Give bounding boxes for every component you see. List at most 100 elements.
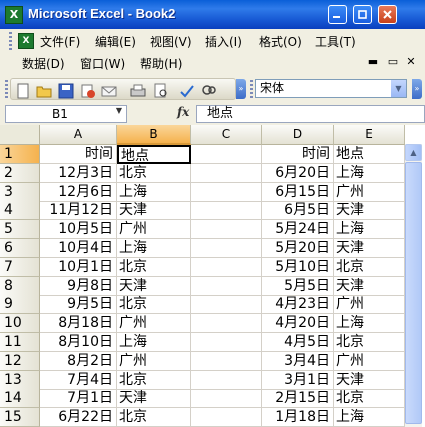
cell-c14[interactable] (191, 389, 262, 408)
menu-edit[interactable]: 编辑(E) (95, 33, 136, 50)
toolbar-options-chevron[interactable]: » (236, 79, 246, 99)
cell-a1[interactable]: 时间 (40, 145, 117, 164)
cell-e9[interactable]: 广州 (334, 295, 405, 314)
cell-a9[interactable]: 9月5日 (40, 295, 117, 314)
menu-format[interactable]: 格式(O) (259, 33, 302, 50)
column-header-d[interactable]: D (262, 125, 334, 145)
minimize-button[interactable] (328, 5, 347, 24)
cell-a7[interactable]: 10月1日 (40, 258, 117, 277)
cell-c11[interactable] (191, 333, 262, 352)
cell-c2[interactable] (191, 164, 262, 183)
cell-a14[interactable]: 7月1日 (40, 389, 117, 408)
cell-e8[interactable]: 天津 (334, 277, 405, 296)
menu-grip[interactable] (9, 32, 12, 50)
cell-c8[interactable] (191, 277, 262, 296)
cell-c5[interactable] (191, 220, 262, 239)
cell-e7[interactable]: 北京 (334, 258, 405, 277)
cell-b9[interactable]: 北京 (117, 295, 191, 314)
cell-e11[interactable]: 北京 (334, 333, 405, 352)
cell-a5[interactable]: 10月5日 (40, 220, 117, 239)
cell-d9[interactable]: 4月23日 (262, 295, 334, 314)
row-header-5[interactable]: 5 (0, 220, 40, 239)
row-header-14[interactable]: 14 (0, 389, 40, 408)
name-box[interactable]: B1 ▼ (5, 105, 127, 123)
cell-c15[interactable] (191, 408, 262, 427)
cell-a15[interactable]: 6月22日 (40, 408, 117, 427)
cell-d5[interactable]: 5月24日 (262, 220, 334, 239)
row-header-13[interactable]: 13 (0, 371, 40, 390)
menu-view[interactable]: 视图(V) (150, 33, 192, 50)
format-toolbar-grip[interactable] (250, 80, 253, 98)
format-toolbar-chevron[interactable]: » (412, 79, 422, 99)
cell-d13[interactable]: 3月1日 (262, 371, 334, 390)
cell-c13[interactable] (191, 371, 262, 390)
spelling-icon[interactable] (179, 83, 195, 99)
cell-c6[interactable] (191, 239, 262, 258)
cell-b12[interactable]: 广州 (117, 352, 191, 371)
row-header-12[interactable]: 12 (0, 352, 40, 371)
cell-c7[interactable] (191, 258, 262, 277)
cell-c12[interactable] (191, 352, 262, 371)
cell-d1[interactable]: 时间 (262, 145, 334, 164)
open-icon[interactable] (36, 83, 52, 99)
cell-b2[interactable]: 北京 (117, 164, 191, 183)
excel-app-icon[interactable]: X (5, 6, 23, 24)
cell-b4[interactable]: 天津 (117, 201, 191, 220)
scroll-up-icon[interactable]: ▲ (405, 144, 422, 161)
print-icon[interactable] (130, 83, 146, 99)
row-header-8[interactable]: 8 (0, 277, 40, 296)
close-button[interactable] (378, 5, 397, 24)
formula-input[interactable]: 地点 (196, 105, 425, 123)
cell-e5[interactable]: 上海 (334, 220, 405, 239)
cell-e10[interactable]: 上海 (334, 314, 405, 333)
cell-d6[interactable]: 5月20日 (262, 239, 334, 258)
restore-button[interactable] (353, 5, 372, 24)
scroll-thumb[interactable] (405, 162, 422, 424)
cell-b13[interactable]: 北京 (117, 371, 191, 390)
menu-tools[interactable]: 工具(T) (315, 33, 356, 50)
cell-d12[interactable]: 3月4日 (262, 352, 334, 371)
cell-b14[interactable]: 天津 (117, 389, 191, 408)
row-header-11[interactable]: 11 (0, 333, 40, 352)
row-header-6[interactable]: 6 (0, 239, 40, 258)
cell-a12[interactable]: 8月2日 (40, 352, 117, 371)
cell-b7[interactable]: 北京 (117, 258, 191, 277)
menu-window[interactable]: 窗口(W) (80, 55, 125, 72)
row-header-1[interactable]: 1 (0, 145, 40, 164)
doc-restore-icon[interactable]: ▭ (386, 55, 400, 69)
row-header-9[interactable]: 9 (0, 295, 40, 314)
cell-e1[interactable]: 地点 (334, 145, 405, 164)
doc-close-icon[interactable]: ✕ (404, 55, 418, 69)
font-name-combo[interactable]: 宋体 ▼ (255, 79, 407, 98)
column-header-c[interactable]: C (191, 125, 262, 145)
cell-e13[interactable]: 天津 (334, 371, 405, 390)
column-header-a[interactable]: A (40, 125, 117, 145)
permission-icon[interactable] (80, 83, 96, 99)
cell-e2[interactable]: 上海 (334, 164, 405, 183)
cell-b10[interactable]: 广州 (117, 314, 191, 333)
cell-c1[interactable] (191, 145, 262, 164)
cell-d4[interactable]: 6月5日 (262, 201, 334, 220)
menu-insert[interactable]: 插入(I) (205, 33, 242, 50)
cell-d15[interactable]: 1月18日 (262, 408, 334, 427)
cell-e3[interactable]: 广州 (334, 183, 405, 202)
workbook-icon[interactable]: X (18, 33, 34, 49)
column-header-b[interactable]: B (117, 125, 191, 145)
cell-d2[interactable]: 6月20日 (262, 164, 334, 183)
select-all-corner[interactable] (0, 125, 40, 145)
cell-c4[interactable] (191, 201, 262, 220)
row-header-10[interactable]: 10 (0, 314, 40, 333)
cell-a8[interactable]: 9月8日 (40, 277, 117, 296)
vertical-scrollbar[interactable]: ▲ (405, 144, 422, 427)
cell-b5[interactable]: 广州 (117, 220, 191, 239)
cell-a4[interactable]: 11月12日 (40, 201, 117, 220)
cell-d10[interactable]: 4月20日 (262, 314, 334, 333)
new-icon[interactable] (15, 83, 31, 99)
cell-b11[interactable]: 上海 (117, 333, 191, 352)
column-header-e[interactable]: E (334, 125, 405, 145)
row-header-4[interactable]: 4 (0, 201, 40, 220)
cell-b3[interactable]: 上海 (117, 183, 191, 202)
doc-minimize-icon[interactable]: ▬ (366, 55, 380, 69)
cell-e15[interactable]: 上海 (334, 408, 405, 427)
cell-a13[interactable]: 7月4日 (40, 371, 117, 390)
